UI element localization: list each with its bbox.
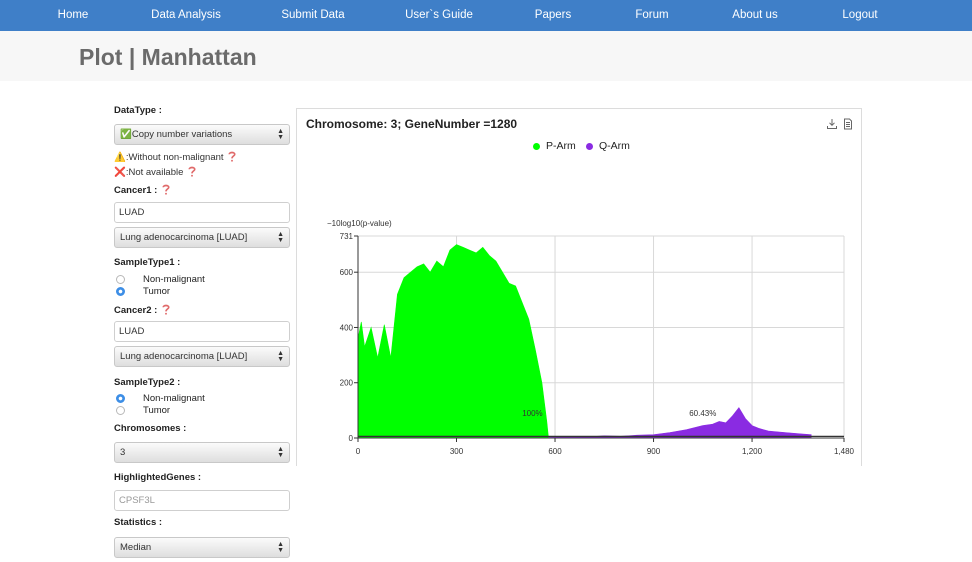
y-tick-label: 600 [340, 268, 354, 277]
select-arrows-icon: ▲ ▼ [277, 350, 284, 363]
annotation-p-arm: 100% [522, 409, 542, 418]
help-icon[interactable] [227, 151, 237, 162]
warning-note: ⚠️:Without non-malignant [114, 151, 237, 163]
nav-data-analysis[interactable]: Data Analysis [151, 0, 221, 31]
select-arrows-icon: ▲ ▼ [277, 128, 284, 141]
x-tick-label: 300 [450, 447, 464, 456]
help-icon[interactable] [161, 304, 171, 315]
nav-submit-data[interactable]: Submit Data [281, 0, 344, 31]
page-title: Plot | Manhattan [79, 44, 257, 70]
cancer2-select-value: Lung adenocarcinoma [LUAD] [120, 351, 248, 362]
radio-label: Tumor [143, 405, 171, 416]
radio-label: Tumor [143, 286, 171, 297]
download-icon[interactable] [826, 118, 838, 130]
x-tick-label: 900 [647, 447, 661, 456]
cancer1-label-text: Cancer1 : [114, 185, 158, 196]
datatype-label: DataType : [114, 105, 162, 116]
legend-dot-q-arm [586, 143, 593, 150]
chromosomes-select[interactable]: 3 ▲ ▼ [114, 442, 290, 463]
nav-about-us[interactable]: About us [732, 0, 777, 31]
legend-label-q-arm: Q-Arm [599, 140, 630, 152]
radio-selected-icon [116, 287, 125, 296]
datatype-select[interactable]: ✅Copy number variations ▲ ▼ [114, 124, 290, 145]
nav-forum[interactable]: Forum [635, 0, 668, 31]
radio-label: Non-malignant [143, 274, 205, 285]
y-axis-label: −10log10(p-value) [327, 219, 392, 228]
x-tick-label: 600 [548, 447, 562, 456]
annotation-q-arm: 60.43% [689, 409, 716, 418]
radio-selected-icon [116, 394, 125, 403]
cancer1-label: Cancer1 : [114, 184, 171, 196]
not-available-note-text: ❌:Not available [114, 167, 184, 178]
series-area-p-arm [357, 244, 549, 439]
x-tick-label: 1,200 [742, 447, 763, 456]
warning-note-text: ⚠️:Without non-malignant [114, 152, 224, 163]
datatype-value: ✅Copy number variations [120, 129, 233, 140]
top-navbar: Home Data Analysis Submit Data User`s Gu… [0, 0, 972, 31]
select-arrows-icon: ▲ ▼ [277, 541, 284, 554]
x-tick-label: 1,480 [834, 447, 855, 456]
manhattan-plot: 0 300 600 900 1,200 1,480 0 200 400 600 731 −10log1… [327, 219, 855, 456]
statistics-label: Statistics : [114, 517, 163, 528]
radio-icon [116, 406, 125, 415]
radio-icon [116, 275, 125, 284]
select-arrows-icon: ▲ ▼ [277, 446, 284, 459]
document-icon[interactable] [842, 118, 854, 130]
cancer2-input[interactable]: LUAD [114, 321, 290, 342]
chromosomes-label: Chromosomes : [114, 423, 187, 434]
cancer2-select[interactable]: Lung adenocarcinoma [LUAD] ▲ ▼ [114, 346, 290, 367]
y-tick-label: 200 [340, 379, 354, 388]
legend-label-p-arm: P-Arm [546, 140, 576, 152]
select-arrows-icon: ▲ ▼ [277, 231, 284, 244]
not-available-note: ❌:Not available [114, 166, 197, 178]
chart-title: Chromosome: 3; GeneNumber =1280 [306, 117, 518, 131]
nav-home[interactable]: Home [58, 0, 89, 31]
nav-users-guide[interactable]: User`s Guide [405, 0, 473, 31]
title-bar: Plot | Manhattan [0, 31, 972, 81]
sampletype1-label: SampleType1 : [114, 257, 181, 268]
help-icon[interactable] [187, 166, 197, 177]
nav-logout[interactable]: Logout [842, 0, 877, 31]
cancer1-input[interactable]: LUAD [114, 202, 290, 223]
statistics-value: Median [120, 542, 152, 553]
chromosomes-value: 3 [120, 447, 126, 458]
nav-papers[interactable]: Papers [535, 0, 571, 31]
statistics-select[interactable]: Median ▲ ▼ [114, 537, 290, 558]
series-area-q-arm [548, 407, 812, 439]
cancer1-select[interactable]: Lung adenocarcinoma [LUAD] ▲ ▼ [114, 227, 290, 248]
y-tick-label: 731 [340, 232, 354, 241]
legend-dot-p-arm [533, 143, 540, 150]
highlighted-genes-label: HighlightedGenes : [114, 472, 202, 483]
y-tick-label: 400 [340, 323, 354, 332]
sampletype2-label: SampleType2 : [114, 377, 181, 388]
radio-label: Non-malignant [143, 393, 205, 404]
cancer2-label: Cancer2 : [114, 304, 171, 316]
cancer1-select-value: Lung adenocarcinoma [LUAD] [120, 232, 248, 243]
x-tick-label: 0 [356, 447, 361, 456]
cancer2-label-text: Cancer2 : [114, 305, 158, 316]
help-icon[interactable] [161, 184, 171, 195]
highlighted-genes-input[interactable]: CPSF3L [114, 490, 290, 511]
y-tick-label: 0 [349, 434, 354, 443]
